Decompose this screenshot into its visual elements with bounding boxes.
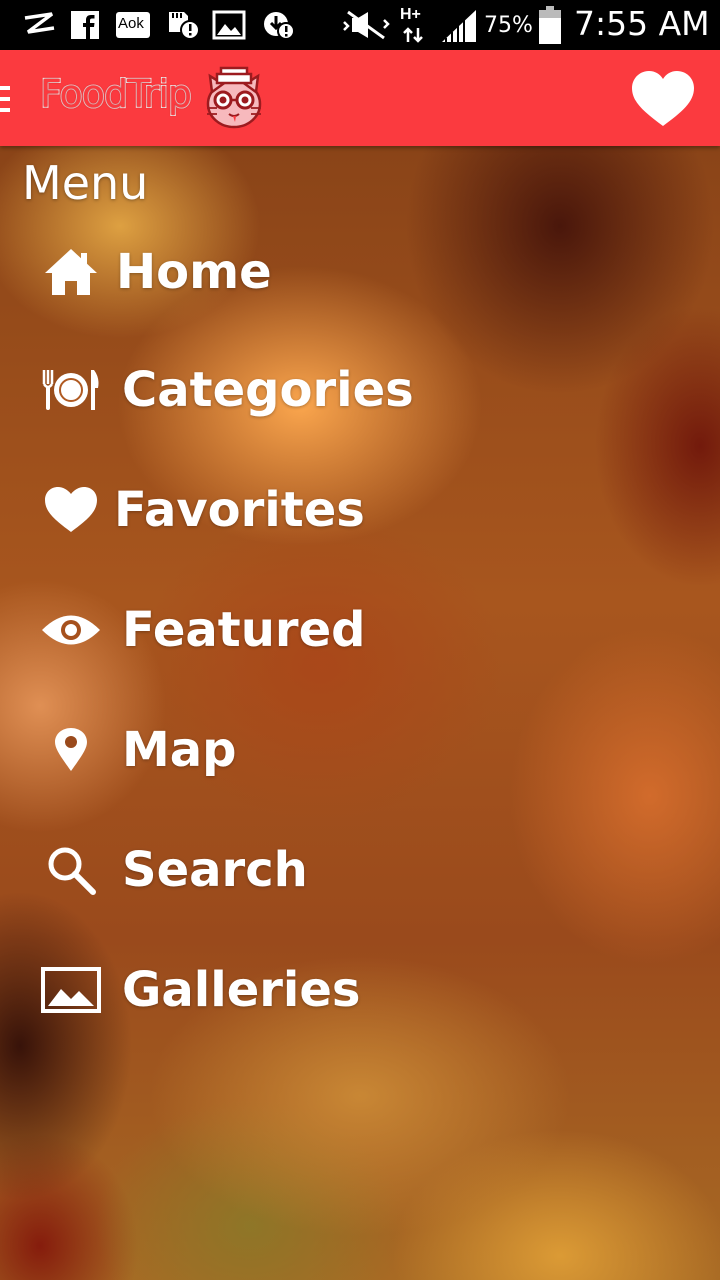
menu-item-galleries[interactable]: Galleries (38, 940, 598, 1040)
image-icon (212, 10, 246, 40)
signal-icon (442, 10, 476, 42)
menu-item-featured[interactable]: Featured (38, 580, 598, 680)
menu-item-label: Galleries (122, 962, 361, 1018)
menu-item-search[interactable]: Search (38, 820, 598, 920)
menu-item-categories[interactable]: Categories (38, 340, 598, 440)
sd-card-alert-icon (169, 12, 200, 40)
facebook-icon (71, 11, 99, 39)
clock: 7:55 AM (574, 4, 710, 43)
network-type-label: H+ (400, 6, 421, 23)
mute-icon (343, 10, 390, 40)
menu-item-map[interactable]: Map (38, 700, 598, 800)
app-logo-text: FoodTrip (39, 71, 193, 117)
home-icon (38, 222, 104, 322)
search-icon (38, 820, 104, 920)
network-icon: H+ (398, 6, 428, 46)
menu-item-label: Featured (122, 602, 366, 658)
map-pin-icon (38, 700, 104, 800)
app-bar: FoodTrip (0, 50, 720, 146)
aok-label: Aok (118, 15, 144, 32)
battery-icon (539, 6, 561, 44)
cat-logo-icon (206, 66, 262, 129)
menu-item-label: Favorites (114, 482, 365, 538)
menu-item-label: Search (122, 842, 308, 898)
battery-percent: 75% (484, 13, 533, 38)
menu-item-home[interactable]: Home (38, 222, 598, 322)
plate-cutlery-icon (38, 340, 104, 440)
image-gallery-icon (38, 940, 104, 1040)
hamburger-icon[interactable] (0, 86, 10, 112)
aok-icon: Aok (116, 12, 150, 38)
favorite-heart-icon[interactable] (630, 70, 696, 128)
menu-item-favorites[interactable]: Favorites (38, 460, 598, 560)
menu-item-label: Map (122, 722, 237, 778)
download-alert-icon (264, 12, 295, 40)
menu-item-label: Home (116, 244, 272, 300)
status-bar: Aok H+ 75% 7:55 AM (0, 0, 720, 50)
menu-item-label: Categories (122, 362, 414, 418)
menu-title: Menu (22, 156, 149, 210)
eye-icon (38, 580, 104, 680)
heart-icon (38, 460, 104, 560)
carrier-icon (24, 12, 55, 34)
